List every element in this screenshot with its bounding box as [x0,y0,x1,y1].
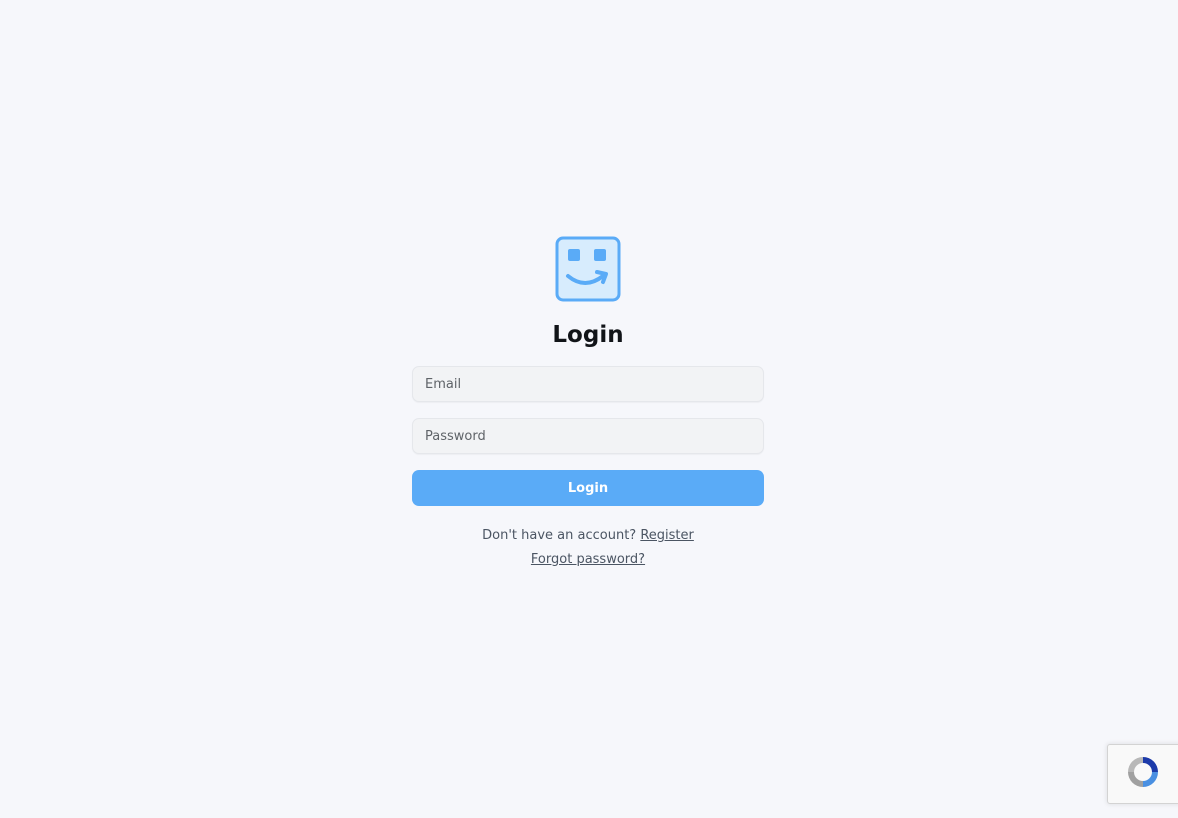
email-field[interactable] [412,366,764,402]
footer-links: Don't have an account? Register Forgot p… [482,524,694,572]
login-page: Login Login Don't have an account? Regis… [0,0,1178,818]
forgot-row: Forgot password? [482,548,694,572]
recaptcha-icon [1128,757,1158,787]
password-field[interactable] [412,418,764,454]
recaptcha-badge[interactable] [1107,744,1178,804]
smiley-box-icon [555,236,621,302]
login-card: Login Login Don't have an account? Regis… [412,236,764,572]
forgot-password-link[interactable]: Forgot password? [531,552,645,567]
register-row: Don't have an account? Register [482,524,694,548]
register-prompt: Don't have an account? [482,528,637,543]
register-link[interactable]: Register [640,528,694,543]
login-button[interactable]: Login [412,470,764,506]
page-title: Login [552,322,624,348]
